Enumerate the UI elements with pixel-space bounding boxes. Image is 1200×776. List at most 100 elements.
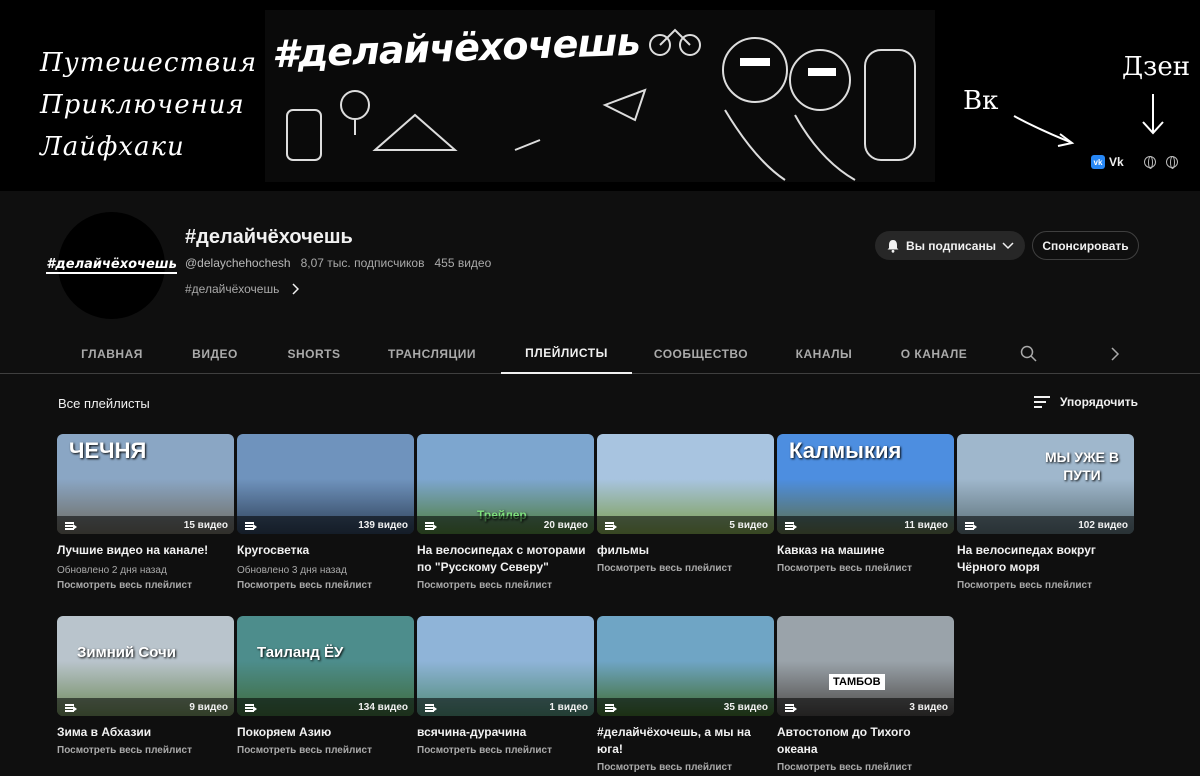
playlist-thumbnail[interactable]: Зимний Сочи 9 видео — [57, 616, 234, 716]
playlist-video-count: 139 видео — [358, 519, 408, 531]
view-full-playlist-link[interactable]: Посмотреть весь плейлист — [417, 745, 594, 756]
playlist-video-count: 102 видео — [1078, 519, 1128, 531]
playlist-icon — [785, 521, 797, 530]
view-full-playlist-link[interactable]: Посмотреть весь плейлист — [57, 580, 234, 591]
banner-links: vk Vk — [1091, 155, 1178, 169]
playlist-title[interactable]: Покоряем Азию — [237, 724, 414, 741]
playlist-updated: Обновлено 3 дня назад — [237, 565, 347, 576]
chevron-right-icon — [292, 283, 300, 295]
playlist-title[interactable]: всячина-дурачина — [417, 724, 594, 741]
playlist-video-count: 134 видео — [358, 701, 408, 713]
playlist-count-overlay: 1 видео — [417, 698, 594, 716]
playlist-thumbnail[interactable]: 139 видео — [237, 434, 414, 534]
banner-dzen-word: Дзен — [1122, 52, 1191, 82]
globe-icon[interactable] — [1143, 156, 1156, 169]
playlist-thumbnail[interactable]: ТАМБОВ 3 видео — [777, 616, 954, 716]
playlist-count-overlay: 3 видео — [777, 698, 954, 716]
playlist-thumbnail[interactable]: МЫ УЖЕ В ПУТИ 102 видео — [957, 434, 1134, 534]
view-full-playlist-link[interactable]: Посмотреть весь плейлист — [957, 580, 1134, 591]
playlist-count-overlay: 11 видео — [777, 516, 954, 534]
playlist-card[interactable]: 139 видео Кругосветка Обновлено 3 дня наза… — [237, 434, 414, 591]
channel-description-text: #делайчёхочешь — [185, 282, 280, 296]
playlist-video-count: 35 видео — [723, 701, 768, 713]
sponsor-button[interactable]: Спонсировать — [1032, 231, 1139, 260]
playlist-title[interactable]: На велосипедах вокруг Чёрного моря — [957, 542, 1134, 576]
playlist-card[interactable]: Калмыкия 11 видео Кавказ на машине Посмотре… — [777, 434, 954, 574]
playlist-title[interactable]: Лучшие видео на канале! — [57, 542, 234, 559]
playlist-title[interactable]: #делайчёхочешь, а мы на юга! — [597, 724, 774, 758]
sort-button[interactable]: Упорядочить — [1034, 395, 1138, 409]
view-full-playlist-link[interactable]: Посмотреть весь плейлист — [777, 563, 954, 574]
playlist-card[interactable]: 1 видео всячина-дурачина Посмотреть весь п… — [417, 616, 594, 756]
tab-home[interactable]: ГЛАВНАЯ — [57, 334, 167, 374]
playlist-video-count: 1 видео — [549, 701, 588, 713]
globe-icon[interactable] — [1165, 156, 1178, 169]
playlist-card[interactable]: МЫ УЖЕ В ПУТИ 102 видео На велосипедах вок… — [957, 434, 1134, 591]
sort-label: Упорядочить — [1060, 395, 1139, 409]
channel-avatar[interactable]: #делайчёхочешь — [46, 212, 177, 319]
search-icon[interactable] — [1020, 345, 1038, 363]
tab-community[interactable]: СООБЩЕСТВО — [645, 334, 757, 374]
view-full-playlist-link[interactable]: Посмотреть весь плейлист — [597, 563, 774, 574]
channel-description[interactable]: #делайчёхочешь — [185, 282, 300, 296]
banner-slogan: Путешествия Приключения Лайфхаки — [40, 42, 257, 168]
avatar-text: #делайчёхочешь — [46, 257, 177, 274]
arrow-down-icon — [1142, 94, 1164, 135]
playlist-title[interactable]: Кавказ на машине — [777, 542, 954, 559]
playlist-card[interactable]: 35 видео #делайчёхочешь, а мы на юга! Посм… — [597, 616, 774, 773]
thumbnail-caption: МЫ УЖЕ В ПУТИ — [1045, 449, 1119, 483]
playlist-card[interactable]: ЧЕЧНЯ 15 видео Лучшие видео на канале! Обно… — [57, 434, 234, 591]
thumbnail-caption: Калмыкия — [789, 438, 902, 463]
playlist-title[interactable]: фильмы — [597, 542, 774, 559]
view-full-playlist-link[interactable]: Посмотреть весь плейлист — [57, 745, 234, 756]
view-full-playlist-link[interactable]: Посмотреть весь плейлист — [237, 745, 414, 756]
bell-icon — [887, 239, 899, 253]
playlist-thumbnail[interactable]: 5 видео — [597, 434, 774, 534]
vk-link[interactable]: vk Vk — [1091, 155, 1124, 169]
playlist-card[interactable]: Зимний Сочи 9 видео Зима в Абхазии Посмотре… — [57, 616, 234, 756]
thumbnail-caption: ТАМБОВ — [829, 674, 885, 690]
tab-videos[interactable]: ВИДЕО — [180, 334, 250, 374]
playlist-count-overlay: 15 видео — [57, 516, 234, 534]
playlist-card[interactable]: ТАМБОВ 3 видео Автостопом до Тихого океана… — [777, 616, 954, 773]
playlist-icon — [65, 521, 77, 530]
playlist-title[interactable]: Кругосветка — [237, 542, 414, 559]
tab-streams[interactable]: ТРАНСЛЯЦИИ — [376, 334, 488, 374]
playlist-video-count: 11 видео — [904, 519, 948, 531]
view-full-playlist-link[interactable]: Посмотреть весь плейлист — [417, 580, 594, 591]
playlist-thumbnail[interactable]: Трейлер 20 видео — [417, 434, 594, 534]
subscribed-button[interactable]: Вы подписаны — [875, 231, 1025, 260]
tab-channels[interactable]: КАНАЛЫ — [780, 334, 868, 374]
playlist-card[interactable]: Трейлер 20 видео На велосипедах с моторами… — [417, 434, 594, 591]
playlist-icon — [605, 521, 617, 530]
channel-banner: Путешествия Приключения Лайфхаки #делайч… — [0, 0, 1200, 191]
playlist-thumbnail[interactable]: Таиланд ЁУ 134 видео — [237, 616, 414, 716]
playlist-title[interactable]: Автостопом до Тихого океана — [777, 724, 954, 758]
video-count: 455 видео — [434, 256, 492, 270]
banner-line: Путешествия — [40, 48, 258, 78]
playlist-thumbnail[interactable]: 35 видео — [597, 616, 774, 716]
playlist-thumbnail[interactable]: 1 видео — [417, 616, 594, 716]
playlist-title[interactable]: Зима в Абхазии — [57, 724, 234, 741]
view-full-playlist-link[interactable]: Посмотреть весь плейлист — [237, 580, 414, 591]
thumbnail-caption: ЧЕЧНЯ — [69, 438, 147, 463]
tab-about[interactable]: О КАНАЛЕ — [890, 334, 978, 374]
playlist-card[interactable]: Таиланд ЁУ 134 видео Покоряем Азию Посмотре… — [237, 616, 414, 756]
playlist-thumbnail[interactable]: Калмыкия 11 видео — [777, 434, 954, 534]
playlist-count-overlay: 139 видео — [237, 516, 414, 534]
playlist-count-overlay: 35 видео — [597, 698, 774, 716]
playlist-video-count: 15 видео — [183, 519, 228, 531]
playlist-card[interactable]: 5 видео фильмы Посмотреть весь плейлист — [597, 434, 774, 574]
channel-title: #делайчёхочешь — [185, 226, 353, 248]
vk-icon: vk — [1091, 155, 1105, 169]
tab-shorts[interactable]: SHORTS — [275, 334, 353, 374]
playlist-thumbnail[interactable]: ЧЕЧНЯ 15 видео — [57, 434, 234, 534]
chevron-right-icon[interactable] — [1110, 347, 1120, 361]
tab-playlists[interactable]: ПЛЕЙЛИСТЫ — [501, 334, 632, 374]
view-full-playlist-link[interactable]: Посмотреть весь плейлист — [777, 762, 954, 773]
playlist-title[interactable]: На велосипедах с моторами по "Русскому С… — [417, 542, 594, 576]
view-full-playlist-link[interactable]: Посмотреть весь плейлист — [597, 762, 774, 773]
sort-icon — [1034, 396, 1050, 408]
playlist-icon — [245, 703, 257, 712]
playlist-count-overlay: 134 видео — [237, 698, 414, 716]
